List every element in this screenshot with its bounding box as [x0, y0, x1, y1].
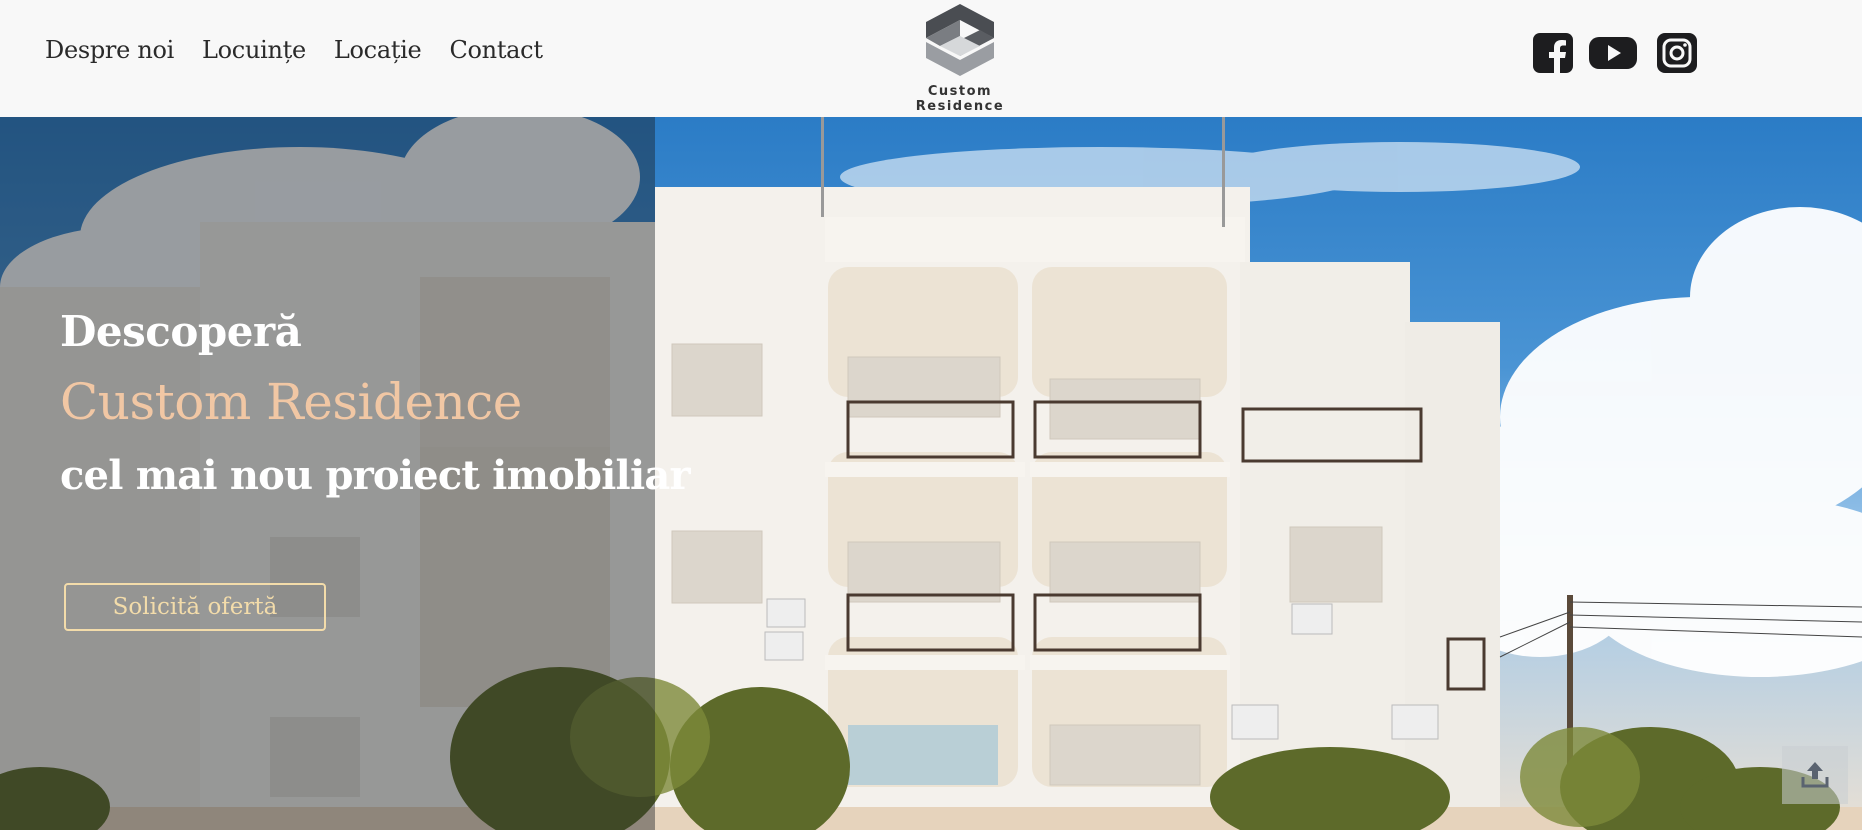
nav-item-contact[interactable]: Contact: [449, 36, 543, 64]
request-offer-button[interactable]: Solicită ofertă: [64, 583, 326, 631]
instagram-icon[interactable]: [1657, 33, 1697, 73]
brand-name: Custom Residence: [915, 84, 1005, 114]
hero-heading-line3: cel mai nou proiect imobiliar: [60, 452, 691, 499]
hero-heading-brand: Custom Residence: [60, 373, 522, 431]
hero-section: Descoperă Custom Residence cel mai nou p…: [0, 117, 1862, 830]
nav-item-despre-noi[interactable]: Despre noi: [45, 36, 174, 64]
scroll-to-top-button[interactable]: [1782, 746, 1848, 804]
hero-heading-line1: Descoperă: [60, 307, 302, 356]
upload-arrow-icon: [1801, 761, 1829, 787]
main-nav: Despre noi Locuințe Locație Contact: [45, 36, 543, 64]
logo-cube-icon: [926, 4, 994, 76]
brand-logo[interactable]: Custom Residence: [883, 2, 1037, 114]
social-links: [1533, 33, 1697, 73]
nav-item-locuinte[interactable]: Locuințe: [202, 36, 306, 64]
youtube-icon[interactable]: [1589, 33, 1637, 73]
nav-item-locatie[interactable]: Locație: [334, 36, 422, 64]
facebook-icon[interactable]: [1533, 33, 1573, 73]
site-header: Despre noi Locuințe Locație Contact Cust…: [0, 0, 1862, 117]
